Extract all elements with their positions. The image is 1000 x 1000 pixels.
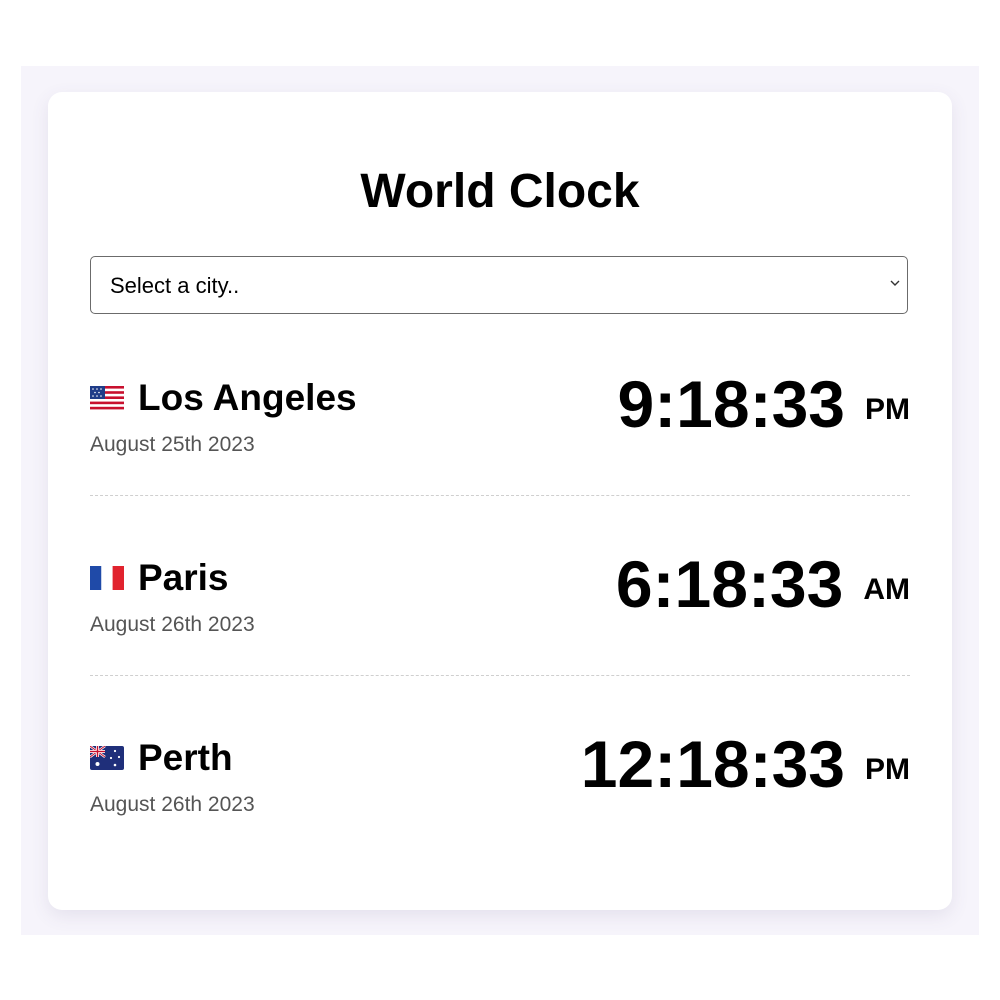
city-date: August 26th 2023 bbox=[90, 793, 255, 816]
city-row-paris: Paris August 26th 2023 6:18:33 AM bbox=[90, 548, 910, 686]
row-divider bbox=[90, 675, 910, 676]
france-flag-icon bbox=[90, 566, 124, 590]
city-name: Perth bbox=[138, 737, 233, 778]
chevron-down-icon bbox=[890, 280, 900, 286]
city-time: 6:18:33 bbox=[615, 547, 844, 621]
city-time-period: PM bbox=[865, 753, 910, 786]
city-date: August 26th 2023 bbox=[90, 613, 255, 636]
city-select-value: Select a city.. bbox=[110, 273, 240, 298]
city-row-perth: Perth August 26th 2023 12:18:33 PM bbox=[90, 728, 910, 866]
page-title: World Clock bbox=[360, 165, 640, 218]
australia-flag-icon bbox=[90, 746, 124, 770]
city-name: Los Angeles bbox=[138, 377, 357, 418]
row-divider bbox=[90, 495, 910, 496]
city-time-period: AM bbox=[863, 573, 910, 606]
city-time: 12:18:33 bbox=[580, 727, 845, 801]
city-date: August 25th 2023 bbox=[90, 433, 255, 456]
city-time: 9:18:33 bbox=[617, 367, 846, 441]
us-flag-icon bbox=[90, 386, 124, 410]
city-name: Paris bbox=[138, 557, 229, 598]
city-time-period: PM bbox=[865, 393, 910, 426]
city-row-los-angeles: Los Angeles August 25th 2023 9:18:33 PM bbox=[90, 368, 910, 506]
city-select[interactable]: Select a city.. bbox=[90, 256, 908, 314]
